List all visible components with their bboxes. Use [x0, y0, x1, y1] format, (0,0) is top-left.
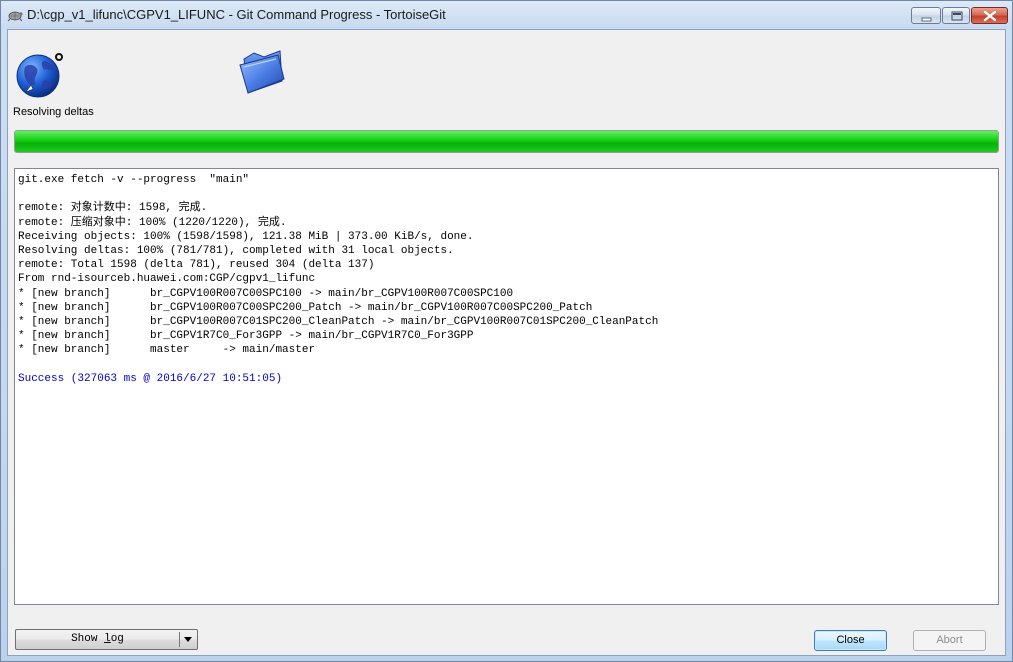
log-line: Receiving objects: 100% (1598/1598), 121…: [18, 230, 474, 243]
show-log-label-accelerator: l: [104, 633, 111, 645]
log-line: From rnd-isourceb.huawei.com:CGP/cgpv1_l…: [18, 273, 316, 286]
log-line: * [new branch] br_CGPV100R007C00SPC100 -…: [18, 287, 514, 300]
tortoisegit-icon: [7, 11, 23, 22]
log-line: remote: Total 1598 (delta 781), reused 3…: [18, 259, 375, 272]
log-line: remote: 压缩对象中: 100% (1220/1220), 完成.: [18, 216, 287, 229]
log-line: Resolving deltas: 100% (781/781), comple…: [18, 244, 454, 257]
window-title: D:\cgp_v1_lifunc\CGPV1_LIFUNC - Git Comm…: [27, 7, 446, 22]
log-line: remote: 对象计数中: 1598, 完成.: [18, 202, 208, 215]
maximize-button[interactable]: [942, 7, 970, 24]
minimize-icon: [921, 17, 932, 22]
log-success-line: Success (327063 ms @ 2016/6/27 10:51:05): [18, 372, 283, 385]
show-log-label-prefix: Show: [71, 633, 105, 645]
chevron-down-icon[interactable]: [182, 636, 194, 644]
log-lines-container: git.exe fetch -v --progress "main" remote…: [18, 173, 998, 372]
close-button[interactable]: Close: [814, 630, 887, 651]
progress-bar: [14, 130, 999, 153]
close-window-button[interactable]: [971, 7, 1008, 24]
split-divider: [179, 632, 180, 647]
abort-button[interactable]: Abort: [913, 630, 986, 651]
folder-icon: [239, 50, 285, 94]
log-line: * [new branch] br_CGPV1R7C0_For3GPP -> m…: [18, 330, 474, 343]
title-bar[interactable]: D:\cgp_v1_lifunc\CGPV1_LIFUNC - Git Comm…: [1, 1, 1012, 29]
log-output-box[interactable]: git.exe fetch -v --progress "main" remote…: [14, 168, 999, 605]
close-icon: [983, 10, 997, 22]
show-log-label: Show log: [16, 633, 179, 645]
log-line: git.exe fetch -v --progress "main": [18, 174, 250, 186]
show-log-label-suffix: og: [110, 633, 124, 645]
status-label: Resolving deltas: [13, 106, 94, 118]
globe-icon: [16, 53, 63, 98]
log-line: * [new branch] br_CGPV100R007C01SPC200_C…: [18, 315, 659, 328]
log-line: * [new branch] br_CGPV100R007C00SPC200_P…: [18, 301, 593, 314]
dialog-client-area: Resolving deltas git.exe fetch -v --prog…: [7, 29, 1006, 656]
progress-bar-fill: [15, 131, 998, 152]
maximize-icon: [951, 11, 963, 21]
dialog-window: D:\cgp_v1_lifunc\CGPV1_LIFUNC - Git Comm…: [0, 0, 1013, 662]
log-line: * [new branch] master -> main/master: [18, 344, 316, 357]
minimize-button[interactable]: [911, 7, 941, 24]
show-log-split-button[interactable]: Show log: [15, 629, 198, 650]
